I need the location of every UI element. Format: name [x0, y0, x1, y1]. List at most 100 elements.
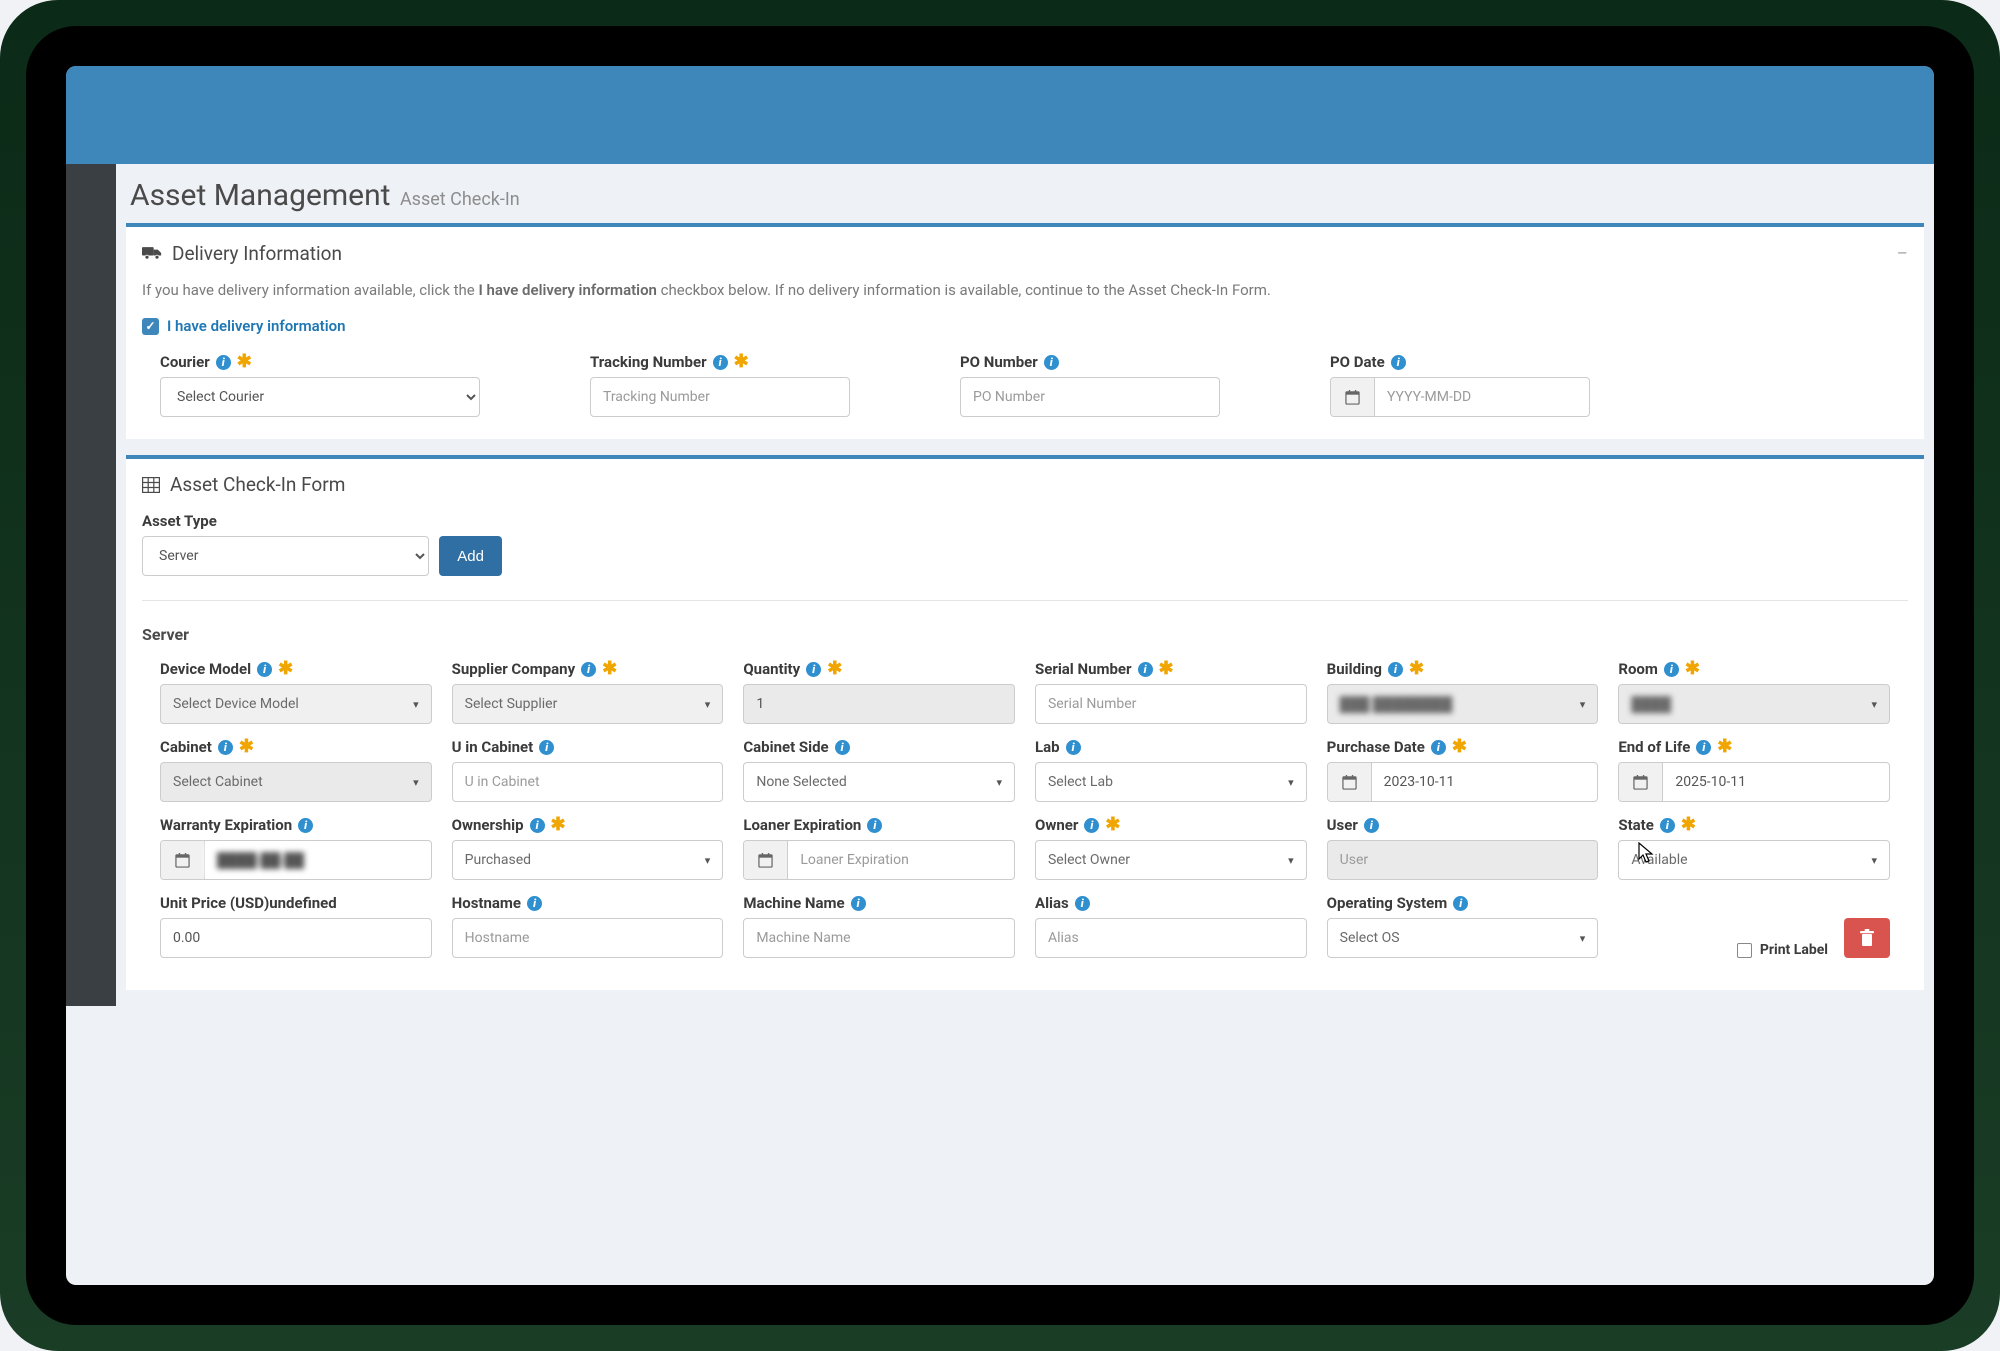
lab-label: Lab: [1035, 738, 1060, 756]
po-number-input[interactable]: [960, 377, 1220, 417]
page-title: Asset Management: [130, 178, 390, 213]
info-icon[interactable]: [1084, 818, 1099, 833]
print-label-checkbox[interactable]: Print Label: [1737, 942, 1828, 958]
info-icon[interactable]: [257, 662, 272, 677]
device-model-select[interactable]: Select Device Model▾: [160, 684, 432, 724]
info-icon[interactable]: [1044, 355, 1059, 370]
info-icon[interactable]: [216, 355, 231, 370]
purchase-date-input[interactable]: [1372, 763, 1598, 801]
alias-input[interactable]: [1035, 918, 1307, 958]
info-icon[interactable]: [1431, 740, 1446, 755]
required-icon: [1681, 819, 1696, 831]
purchase-date-group[interactable]: [1327, 762, 1599, 802]
calendar-icon: [1328, 763, 1372, 801]
required-icon: [1409, 663, 1424, 675]
chevron-down-icon: ▾: [413, 698, 419, 711]
tracking-number-input[interactable]: [590, 377, 850, 417]
collapse-panel-button[interactable]: −: [1897, 241, 1908, 265]
sidebar: [66, 164, 116, 1006]
calendar-icon: [161, 841, 205, 879]
state-label: State: [1618, 816, 1654, 834]
ownership-label: Ownership: [452, 816, 524, 834]
building-select[interactable]: ███ ████████▾: [1327, 684, 1599, 724]
required-icon: [551, 819, 566, 831]
delete-row-button[interactable]: [1844, 918, 1890, 958]
po-date-input-group[interactable]: [1330, 377, 1590, 417]
unit-price-input[interactable]: [160, 918, 432, 958]
info-icon[interactable]: [1660, 818, 1675, 833]
device-model-label: Device Model: [160, 660, 251, 678]
info-icon[interactable]: [1138, 662, 1153, 677]
info-icon[interactable]: [1664, 662, 1679, 677]
state-select[interactable]: Available▾: [1618, 840, 1890, 880]
cabinet-side-select[interactable]: None Selected▾: [743, 762, 1015, 802]
info-icon[interactable]: [298, 818, 313, 833]
chevron-down-icon: ▾: [1288, 854, 1294, 867]
info-icon[interactable]: [1391, 355, 1406, 370]
delivery-info-panel: Delivery Information − If you have deliv…: [126, 223, 1924, 439]
quantity-input[interactable]: [743, 684, 1015, 724]
add-asset-button[interactable]: Add: [439, 536, 502, 576]
info-icon[interactable]: [527, 896, 542, 911]
required-icon: [1159, 663, 1174, 675]
info-icon[interactable]: [851, 896, 866, 911]
info-icon[interactable]: [1066, 740, 1081, 755]
calendar-icon: [1331, 378, 1375, 416]
operating-system-select[interactable]: Select OS▾: [1327, 918, 1599, 958]
info-icon[interactable]: [530, 818, 545, 833]
cabinet-select[interactable]: Select Cabinet▾: [160, 762, 432, 802]
owner-label: Owner: [1035, 816, 1078, 834]
info-icon[interactable]: [218, 740, 233, 755]
have-delivery-info-checkbox[interactable]: I have delivery information: [142, 317, 1908, 335]
info-icon[interactable]: [713, 355, 728, 370]
po-number-label: PO Number: [960, 353, 1038, 371]
warranty-expiration-input[interactable]: [205, 841, 431, 879]
room-label: Room: [1618, 660, 1658, 678]
supplier-select[interactable]: Select Supplier▾: [452, 684, 724, 724]
warranty-expiration-label: Warranty Expiration: [160, 816, 292, 834]
required-icon: [278, 663, 293, 675]
required-icon: [1105, 819, 1120, 831]
end-of-life-group[interactable]: [1618, 762, 1890, 802]
building-label: Building: [1327, 660, 1382, 678]
asset-type-select[interactable]: Server: [142, 536, 429, 576]
calendar-icon: [744, 841, 788, 879]
serial-number-input[interactable]: [1035, 684, 1307, 724]
info-icon[interactable]: [806, 662, 821, 677]
info-icon[interactable]: [1075, 896, 1090, 911]
print-label-text: Print Label: [1760, 942, 1828, 958]
info-icon[interactable]: [1453, 896, 1468, 911]
warranty-expiration-group[interactable]: [160, 840, 432, 880]
room-select[interactable]: ████▾: [1618, 684, 1890, 724]
checkbox-checked-icon: [142, 318, 159, 335]
loaner-expiration-label: Loaner Expiration: [743, 816, 861, 834]
info-icon[interactable]: [835, 740, 850, 755]
lab-select[interactable]: Select Lab▾: [1035, 762, 1307, 802]
loaner-expiration-input[interactable]: [788, 841, 1014, 879]
po-date-input[interactable]: [1375, 378, 1589, 416]
info-icon[interactable]: [867, 818, 882, 833]
quantity-label: Quantity: [743, 660, 800, 678]
purchase-date-label: Purchase Date: [1327, 738, 1425, 756]
hostname-label: Hostname: [452, 894, 521, 912]
info-icon[interactable]: [1696, 740, 1711, 755]
machine-name-input[interactable]: [743, 918, 1015, 958]
info-icon[interactable]: [539, 740, 554, 755]
hostname-input[interactable]: [452, 918, 724, 958]
loaner-expiration-group[interactable]: [743, 840, 1015, 880]
operating-system-label: Operating System: [1327, 894, 1448, 912]
checkbox-unchecked-icon: [1737, 943, 1752, 958]
owner-select[interactable]: Select Owner▾: [1035, 840, 1307, 880]
ownership-select[interactable]: Purchased▾: [452, 840, 724, 880]
info-icon[interactable]: [581, 662, 596, 677]
chevron-down-icon: ▾: [1288, 776, 1294, 789]
courier-select[interactable]: Select Courier: [160, 377, 480, 417]
chevron-down-icon: ▾: [1871, 698, 1877, 711]
u-in-cabinet-input[interactable]: [452, 762, 724, 802]
info-icon[interactable]: [1364, 818, 1379, 833]
asset-type-label: Asset Type: [142, 512, 217, 530]
info-icon[interactable]: [1388, 662, 1403, 677]
user-input[interactable]: [1327, 840, 1599, 880]
end-of-life-input[interactable]: [1663, 763, 1889, 801]
user-label: User: [1327, 816, 1358, 834]
